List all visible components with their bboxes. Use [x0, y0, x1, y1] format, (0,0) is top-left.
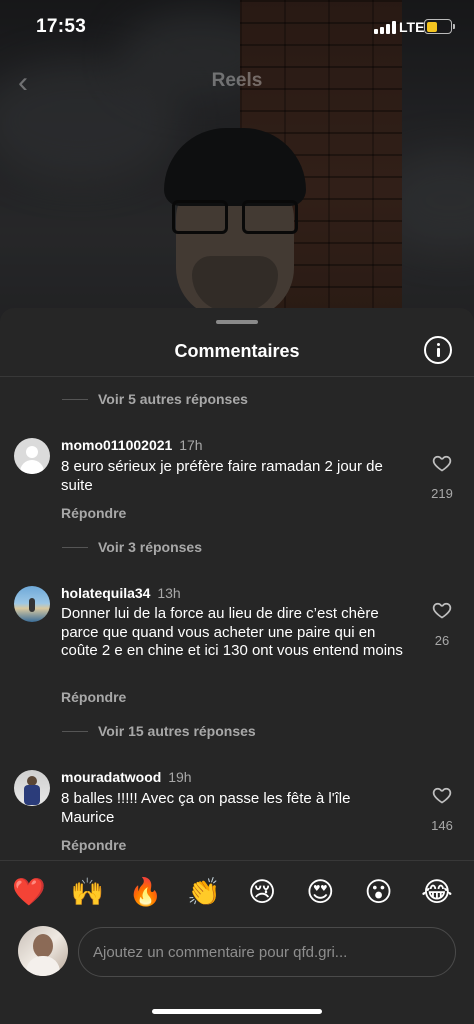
comment-username[interactable]: mouradatwood [61, 769, 161, 785]
replies-line [62, 398, 88, 400]
heart-icon[interactable] [432, 785, 452, 805]
avatar[interactable] [14, 586, 50, 622]
like-control: 146 [422, 785, 462, 833]
view-replies-label: Voir 3 réponses [98, 539, 203, 555]
view-replies-label: Voir 5 autres réponses [98, 391, 248, 407]
like-control: 26 [422, 600, 462, 648]
view-replies-link[interactable]: Voir 5 autres réponses [62, 391, 248, 407]
reaction-surprised-emoji[interactable]: 😮 [350, 873, 408, 913]
sheet-drag-handle[interactable] [216, 320, 258, 324]
reaction-heart-emoji[interactable]: ❤️ [0, 873, 58, 913]
heart-icon[interactable] [432, 600, 452, 620]
reaction-raised-hands-emoji[interactable]: 🙌 [58, 873, 116, 913]
comment-time: 13h [157, 585, 181, 601]
comment-time: 17h [179, 437, 203, 453]
comment-text: Donner lui de la force au lieu de dire c… [61, 605, 403, 659]
divider [0, 376, 474, 377]
like-count: 26 [434, 633, 450, 648]
comment-username[interactable]: holatequila34 [61, 585, 150, 601]
home-indicator[interactable] [152, 1009, 322, 1014]
reaction-laughing-emoji[interactable]: 😂 [408, 873, 466, 913]
avatar[interactable] [14, 438, 50, 474]
network-type: LTE [399, 19, 425, 35]
like-count: 146 [431, 818, 453, 833]
comment-text: 8 balles !!!!! Avec ça on passe les fête… [61, 790, 351, 826]
status-bar: 17:53 LTE [0, 0, 474, 56]
heart-icon[interactable] [432, 453, 452, 473]
comments-sheet: Commentaires Voir 5 autres réponses momo… [0, 308, 474, 1024]
replies-line [62, 546, 88, 548]
view-replies-label: Voir 15 autres réponses [98, 723, 256, 739]
info-icon[interactable] [424, 336, 452, 364]
comment-input[interactable] [78, 927, 456, 977]
avatar[interactable] [14, 770, 50, 806]
comment-text: 8 euro sérieux je préfère faire ramadan … [61, 458, 383, 494]
reply-button[interactable]: Répondre [61, 505, 126, 521]
reaction-crying-emoji[interactable]: 😢 [233, 873, 291, 913]
like-control: 219 [422, 453, 462, 501]
comment-header: mouradatwood 19h [61, 769, 192, 785]
reaction-heart-eyes-emoji[interactable]: 😍 [291, 873, 349, 913]
status-time: 17:53 [36, 16, 87, 37]
divider [0, 860, 474, 861]
comment-time: 19h [168, 769, 192, 785]
reaction-fire-emoji[interactable]: 🔥 [117, 873, 175, 913]
comment-username[interactable]: momo011002021 [61, 437, 172, 453]
like-count: 219 [431, 486, 453, 501]
quick-reactions: ❤️ 🙌 🔥 👏 😢 😍 😮 😂 [0, 873, 474, 913]
reaction-clap-emoji[interactable]: 👏 [175, 873, 233, 913]
own-avatar [18, 926, 68, 976]
reply-button[interactable]: Répondre [61, 837, 126, 853]
comment-header: momo011002021 17h [61, 437, 203, 453]
comment-header: holatequila34 13h [61, 585, 181, 601]
signal-icon [374, 21, 396, 34]
view-replies-link[interactable]: Voir 15 autres réponses [62, 723, 256, 739]
view-replies-link[interactable]: Voir 3 réponses [62, 539, 202, 555]
sheet-title: Commentaires [174, 341, 300, 361]
reply-button[interactable]: Répondre [61, 689, 126, 705]
nav-title: Reels [211, 70, 263, 91]
replies-line [62, 730, 88, 732]
battery-icon [424, 19, 455, 34]
